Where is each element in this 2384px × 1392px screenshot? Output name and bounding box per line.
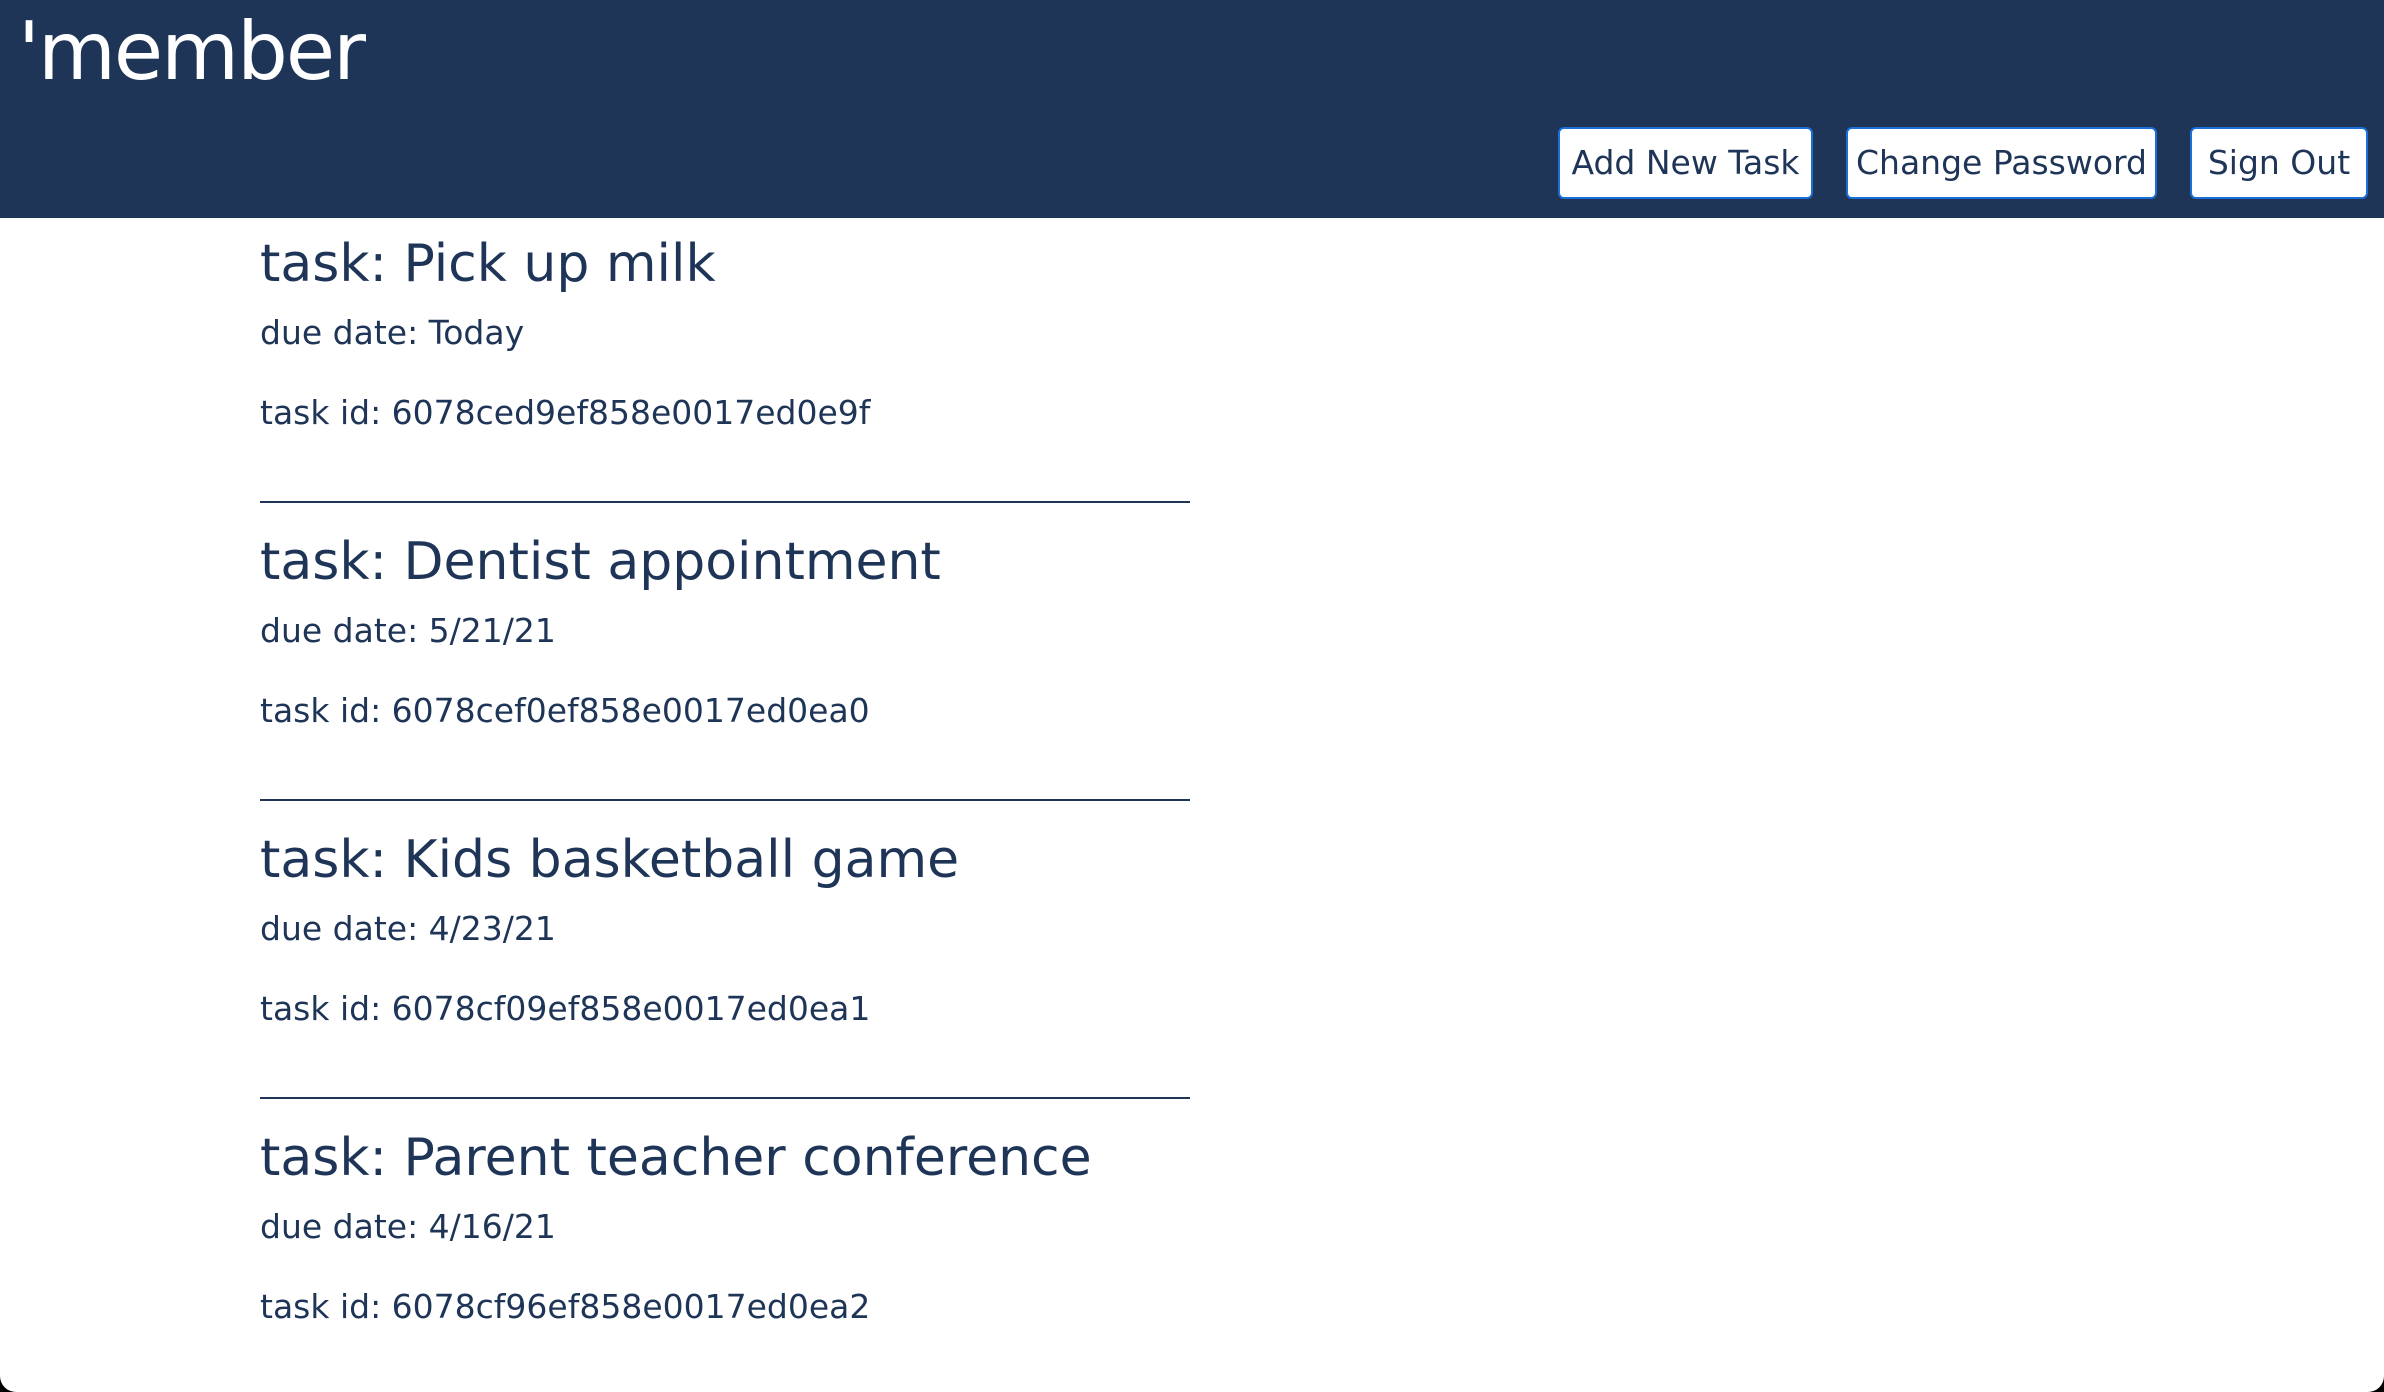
task-due-date: due date: 4/16/21 [260, 1207, 556, 1246]
change-password-button[interactable]: Change Password [1846, 127, 2157, 199]
app-logo[interactable]: 'member [18, 2, 366, 102]
task-title: task: Pick up milk [260, 234, 716, 294]
task-due-date: due date: 4/23/21 [260, 909, 556, 948]
task-id: task id: 6078cf96ef858e0017ed0ea2 [260, 1287, 871, 1326]
task-divider [260, 799, 1190, 801]
task-divider [260, 501, 1190, 503]
task-item: task: Parent teacher conference due date… [260, 1112, 1190, 1392]
app-page: 'member Add New Task Change Password Sig… [0, 0, 2384, 1392]
task-id: task id: 6078cef0ef858e0017ed0ea0 [260, 691, 870, 730]
task-due-date: due date: 5/21/21 [260, 611, 556, 650]
task-title: task: Dentist appointment [260, 532, 941, 592]
task-item: task: Dentist appointment due date: 5/21… [260, 516, 1190, 814]
task-title: task: Kids basketball game [260, 830, 960, 890]
task-title: task: Parent teacher conference [260, 1128, 1092, 1188]
task-item: task: Kids basketball game due date: 4/2… [260, 814, 1190, 1112]
add-new-task-button[interactable]: Add New Task [1558, 127, 1813, 199]
task-id: task id: 6078ced9ef858e0017ed0e9f [260, 393, 871, 432]
task-due-date: due date: Today [260, 313, 525, 352]
task-divider [260, 1097, 1190, 1099]
task-list: task: Pick up milk due date: Today task … [260, 218, 1190, 1392]
sign-out-button[interactable]: Sign Out [2190, 127, 2368, 199]
task-id: task id: 6078cf09ef858e0017ed0ea1 [260, 989, 871, 1028]
task-item: task: Pick up milk due date: Today task … [260, 218, 1190, 516]
top-header: 'member Add New Task Change Password Sig… [0, 0, 2384, 218]
